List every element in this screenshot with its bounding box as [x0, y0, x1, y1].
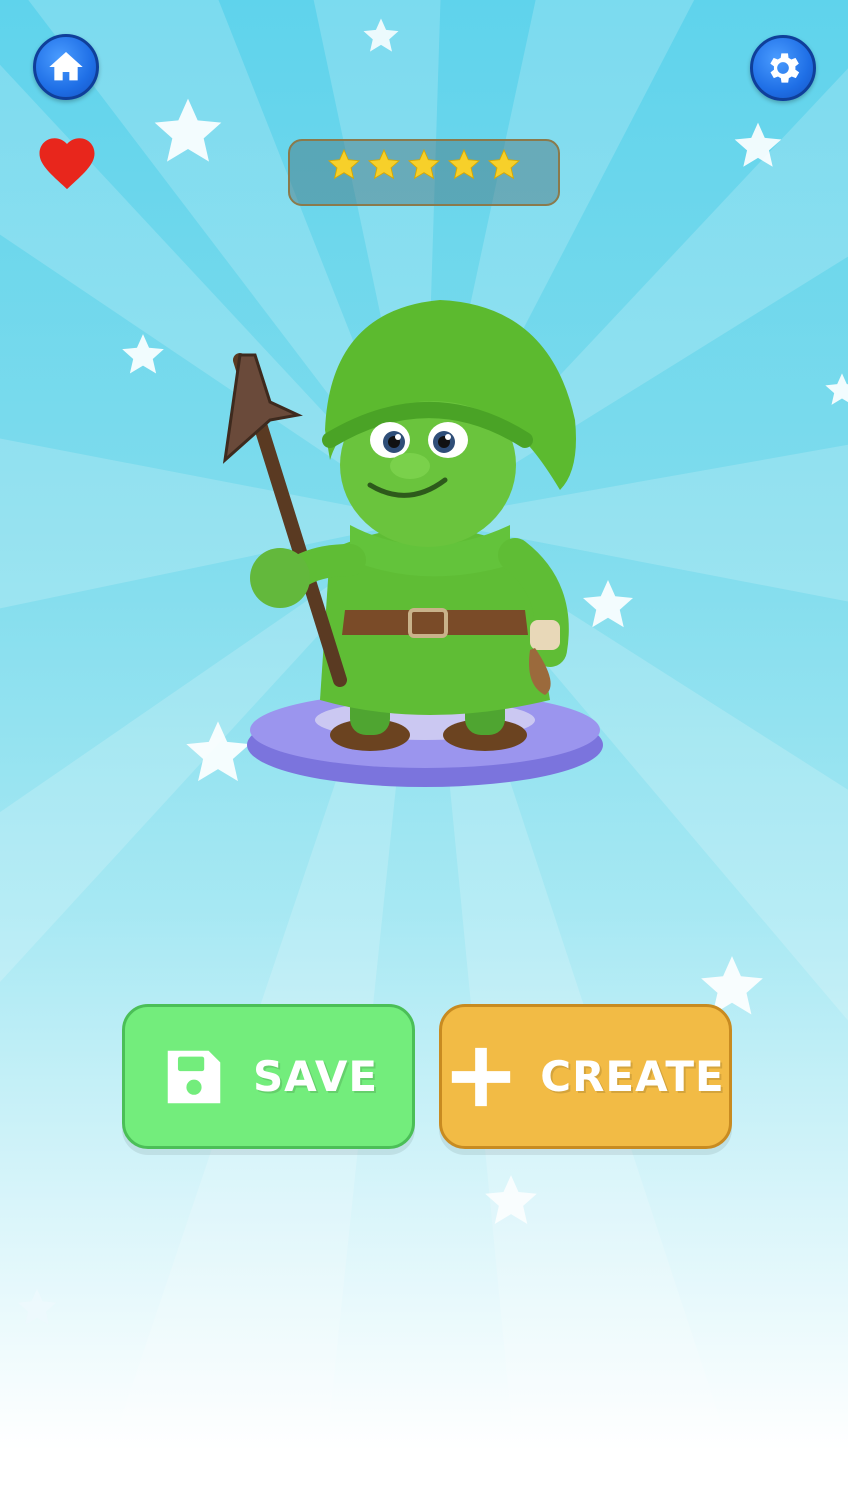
plus-icon: [452, 1047, 511, 1106]
home-button[interactable]: [33, 34, 99, 100]
save-button[interactable]: SAVE: [122, 1004, 415, 1149]
decor-star-icon: [122, 334, 164, 374]
decor-star-icon: [154, 98, 222, 162]
gnome-character: [222, 300, 603, 787]
rating-panel: [288, 139, 560, 206]
rating-star-icon: [367, 148, 401, 180]
decor-star-icon: [485, 1175, 537, 1224]
gear-icon: [770, 53, 800, 83]
rating-star-icon: [447, 148, 481, 180]
settings-button[interactable]: [750, 35, 816, 101]
create-button[interactable]: CREATE: [439, 1004, 732, 1149]
floppy-disk-icon: [167, 1050, 221, 1103]
decor-star-icon: [734, 122, 782, 167]
heart-icon[interactable]: [34, 130, 100, 196]
save-label: SAVE: [252, 1052, 379, 1101]
create-label: CREATE: [540, 1052, 725, 1101]
decor-star-icon: [825, 373, 848, 405]
decor-star-icon: [363, 18, 399, 52]
decor-star-icon: [17, 1288, 57, 1326]
home-icon: [49, 52, 83, 81]
rating-star-icon: [327, 148, 361, 180]
rating-star-icon: [487, 148, 521, 180]
rating-star-icon: [407, 148, 441, 180]
